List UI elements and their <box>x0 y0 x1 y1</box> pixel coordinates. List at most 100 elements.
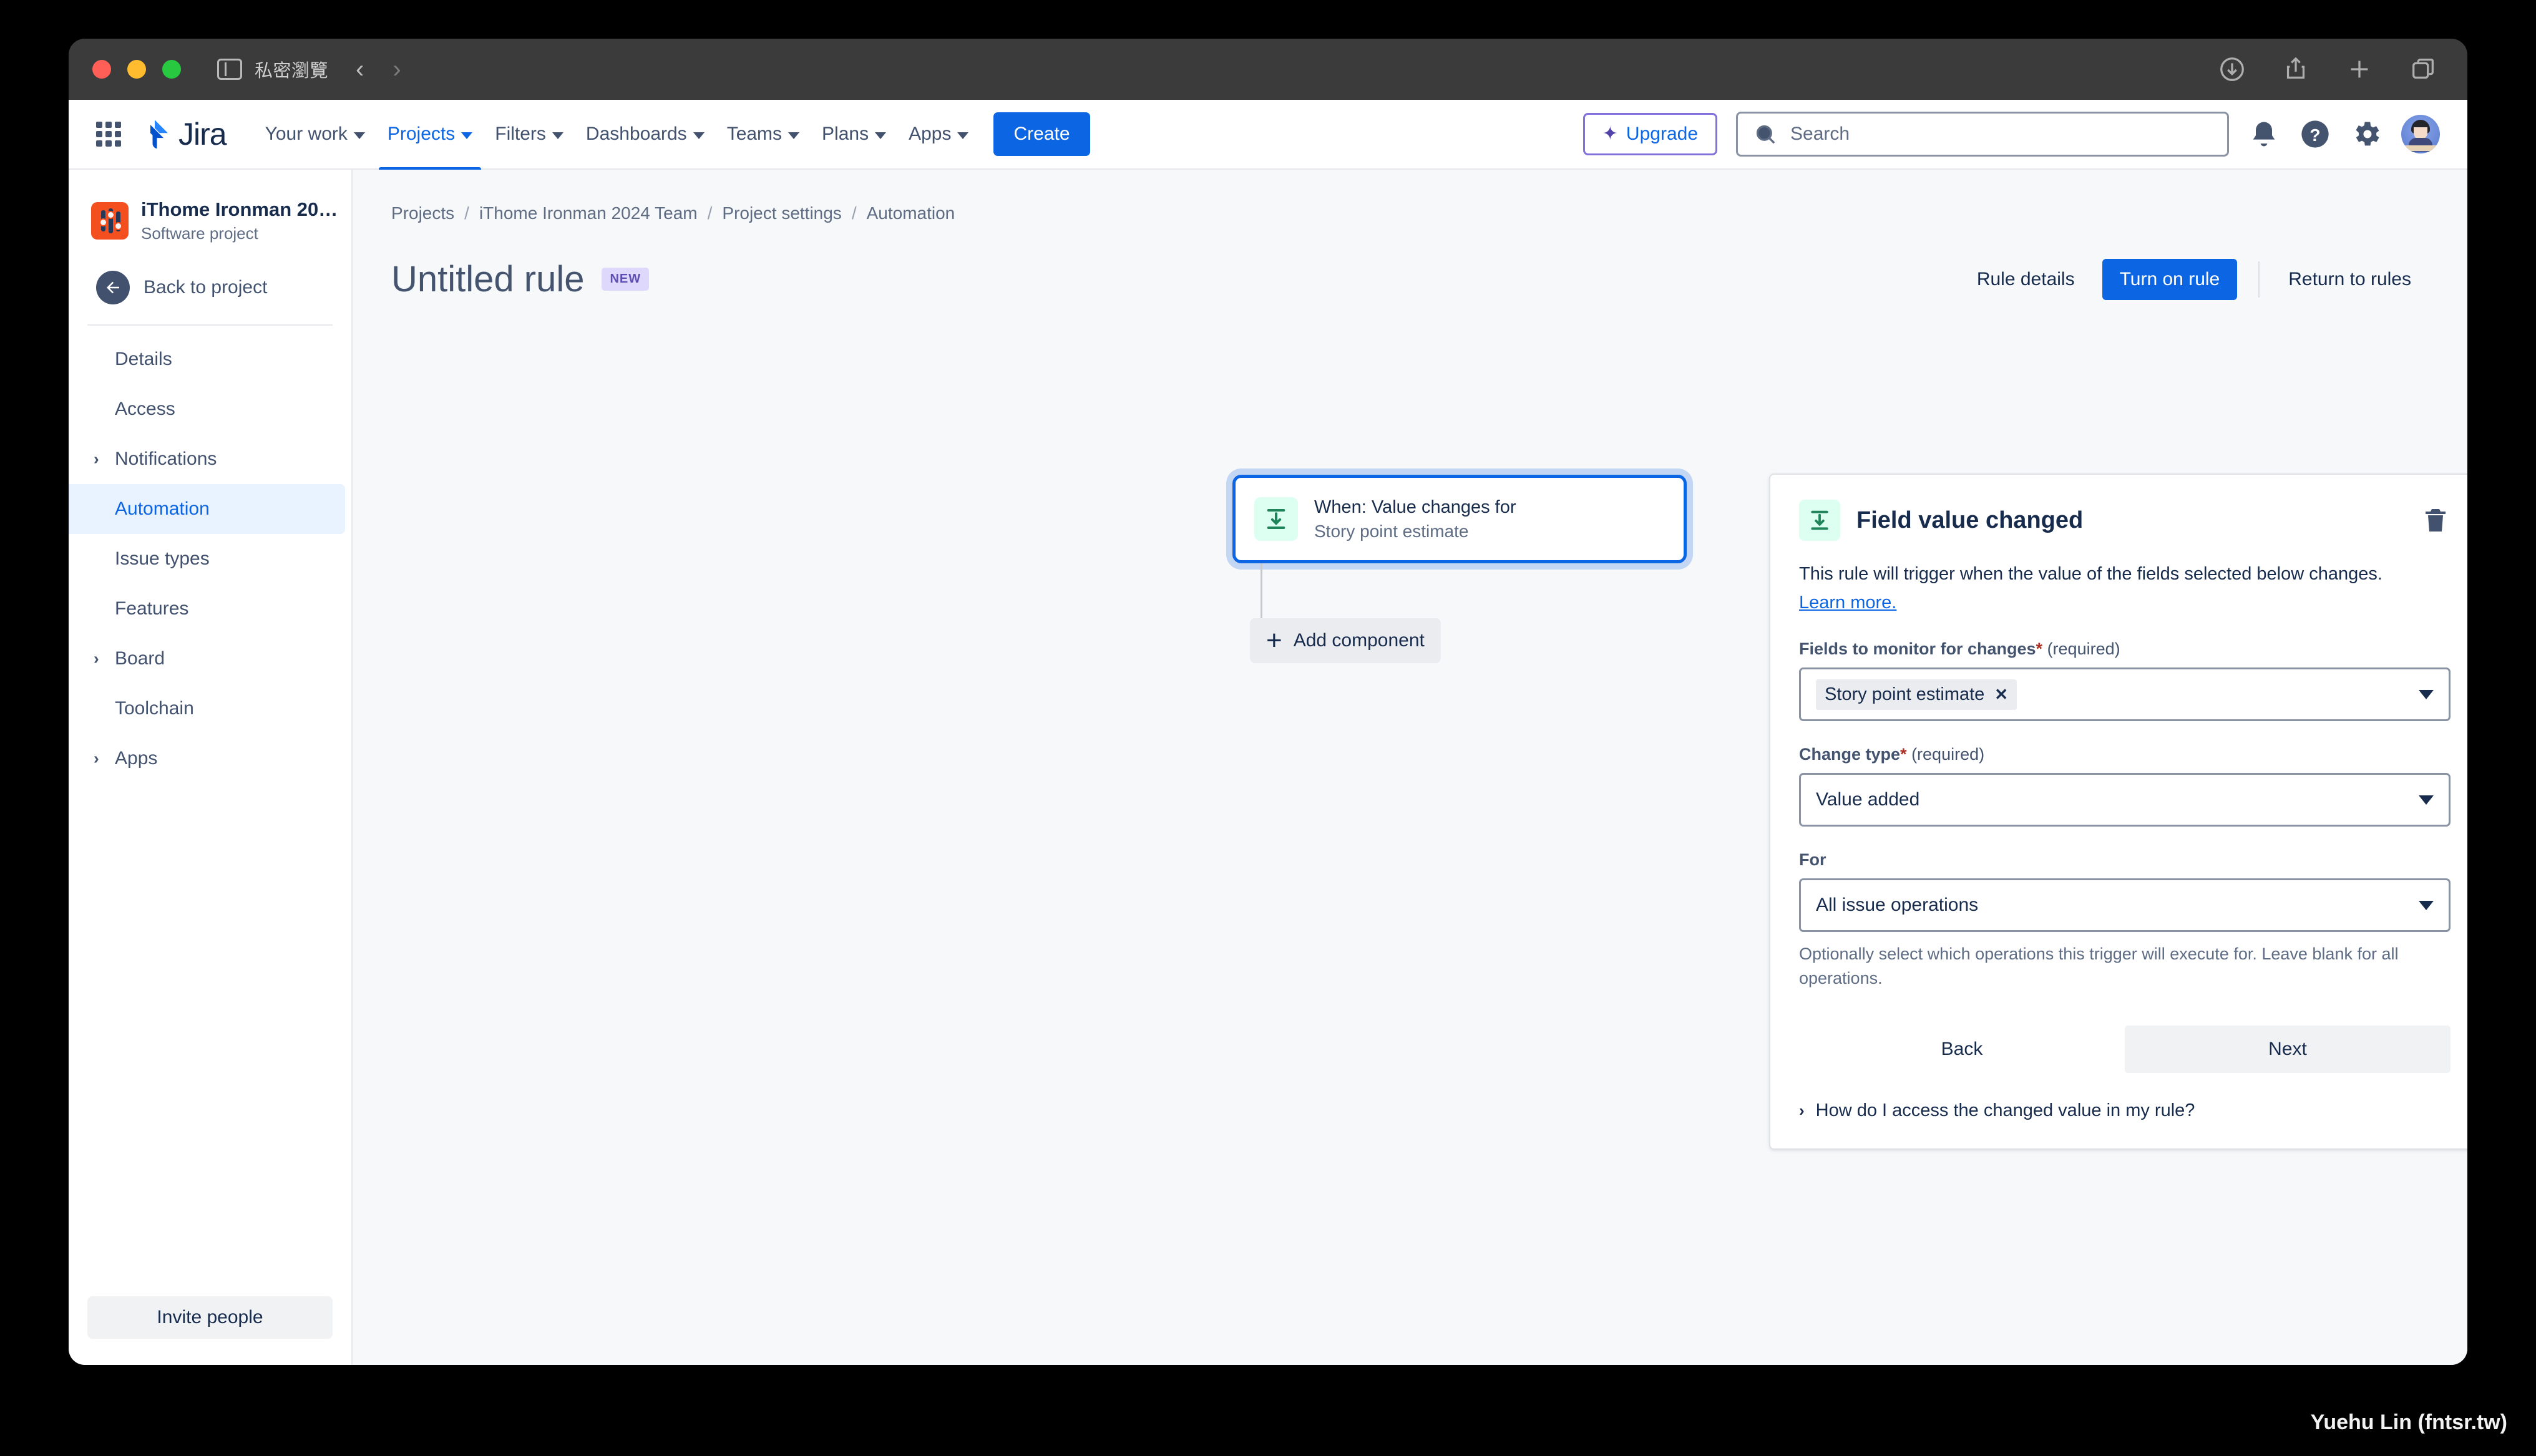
field-value-changed-icon <box>1799 500 1840 541</box>
chip-label: Story point estimate <box>1825 684 1985 704</box>
back-to-project-button[interactable]: Back to project <box>69 255 351 321</box>
breadcrumb-item-projects[interactable]: Projects <box>391 203 454 223</box>
chevron-right-icon[interactable]: › <box>393 57 401 82</box>
expander-label: How do I access the changed value in my … <box>1815 1100 2195 1121</box>
project-header[interactable]: iThome Ironman 2024 ... Software project <box>69 185 351 255</box>
sidebar-item-automation[interactable]: Automation <box>69 483 345 534</box>
minimize-window-button[interactable] <box>127 60 146 79</box>
breadcrumb-item-team[interactable]: iThome Ironman 2024 Team <box>479 203 698 223</box>
next-button[interactable]: Next <box>2125 1026 2451 1074</box>
sidebar-item-toolchain[interactable]: Toolchain <box>69 684 345 734</box>
app-switcher-icon[interactable] <box>96 122 121 147</box>
sidebar-item-details[interactable]: Details <box>69 334 345 384</box>
nav-item-teams[interactable]: Teams <box>716 115 811 153</box>
body-layout: iThome Ironman 2024 ... Software project… <box>69 170 2467 1365</box>
nav-item-apps[interactable]: Apps <box>897 115 980 153</box>
close-icon[interactable]: ✕ <box>1994 685 2008 704</box>
chevron-down-icon[interactable] <box>2419 689 2434 699</box>
chevron-down-icon[interactable] <box>2419 900 2434 910</box>
plus-icon: + <box>1266 625 1282 656</box>
sidebar-item-access[interactable]: Access <box>69 384 345 434</box>
page-title[interactable]: Untitled rule <box>391 258 584 300</box>
nav-item-filters[interactable]: Filters <box>484 115 575 153</box>
nav-item-dashboards[interactable]: Dashboards <box>575 115 716 153</box>
chevron-right-icon: › <box>94 449 99 468</box>
change-type-label: Change type* (required) <box>1799 745 2451 764</box>
sidebar-item-board[interactable]: › Board <box>69 634 345 684</box>
settings-gear-icon[interactable] <box>2350 118 2382 150</box>
chevron-down-icon <box>552 132 563 139</box>
turn-on-rule-button[interactable]: Turn on rule <box>2102 258 2238 300</box>
sidebar-item-apps[interactable]: › Apps <box>69 734 345 784</box>
add-component-button[interactable]: + Add component <box>1250 618 1441 663</box>
sidebar-item-label: Issue types <box>115 548 210 569</box>
search-icon <box>1753 122 1778 147</box>
sidebar-item-issue-types[interactable]: Issue types <box>69 534 345 584</box>
chevron-right-icon: › <box>94 649 99 668</box>
how-to-access-expander[interactable]: › How do I access the changed value in m… <box>1799 1100 2451 1121</box>
sidebar-toggle-icon[interactable] <box>217 59 242 80</box>
nav-item-label: Teams <box>726 124 783 144</box>
action-divider <box>2258 261 2260 298</box>
fields-to-monitor-select[interactable]: Story point estimate ✕ <box>1799 667 2451 722</box>
for-select[interactable]: All issue operations <box>1799 878 2451 933</box>
sidebar-item-features[interactable]: Features <box>69 584 345 634</box>
nav-item-label: Your work <box>265 124 348 144</box>
search-input[interactable]: Search <box>1736 112 2229 157</box>
for-label: For <box>1799 850 2451 870</box>
field-value-changed-icon <box>1254 497 1298 541</box>
nav-item-label: Plans <box>822 124 869 144</box>
config-description-text: This rule will trigger when the value of… <box>1799 564 2382 584</box>
close-window-button[interactable] <box>92 60 111 79</box>
nav-item-plans[interactable]: Plans <box>811 115 897 153</box>
config-panel-title: Field value changed <box>1856 507 2084 533</box>
create-button[interactable]: Create <box>993 112 1090 156</box>
tab-overview-icon[interactable] <box>2409 55 2437 84</box>
browser-nav-arrows[interactable]: ‹ › <box>356 57 401 82</box>
breadcrumb-item-automation[interactable]: Automation <box>867 203 955 223</box>
chevron-left-icon[interactable]: ‹ <box>356 57 364 82</box>
add-component-label: Add component <box>1293 630 1425 651</box>
selected-field-chip[interactable]: Story point estimate ✕ <box>1816 679 2017 710</box>
upgrade-label: Upgrade <box>1626 124 1698 144</box>
jira-mark-icon <box>137 117 172 152</box>
sidebar-item-label: Toolchain <box>115 697 194 719</box>
sidebar-item-label: Access <box>115 398 175 419</box>
share-icon[interactable] <box>2281 55 2310 84</box>
maximize-window-button[interactable] <box>162 60 181 79</box>
nav-item-label: Dashboards <box>585 124 687 144</box>
chevron-down-icon[interactable] <box>2419 795 2434 805</box>
nav-item-projects[interactable]: Projects <box>376 115 484 173</box>
chevron-down-icon <box>788 132 800 139</box>
back-button[interactable]: Back <box>1799 1026 2125 1073</box>
browser-titlebar: 私密瀏覽 ‹ › <box>69 39 2467 100</box>
sidebar-item-notifications[interactable]: › Notifications <box>69 434 345 484</box>
chevron-down-icon <box>693 132 705 139</box>
trigger-config-panel: Field value changed This rule will trigg… <box>1769 473 2467 1150</box>
downloads-icon[interactable] <box>2218 55 2246 84</box>
window-controls[interactable] <box>92 60 181 79</box>
jira-logo[interactable]: Jira <box>137 116 227 152</box>
trigger-card[interactable]: When: Value changes for Story point esti… <box>1232 475 1687 563</box>
rule-details-button[interactable]: Rule details <box>1959 259 2092 300</box>
page-viewport: Jira Your work Projects Filters Dashboar… <box>69 100 2467 1365</box>
config-panel-header: Field value changed <box>1799 500 2451 541</box>
required-marker: * <box>2036 639 2043 659</box>
nav-item-your-work[interactable]: Your work <box>254 115 376 153</box>
new-tab-icon[interactable] <box>2345 55 2374 84</box>
learn-more-link[interactable]: Learn more. <box>1799 590 1896 616</box>
breadcrumb-item-project-settings[interactable]: Project settings <box>722 203 841 223</box>
project-avatar-icon <box>91 201 129 240</box>
project-settings-sidebar: iThome Ironman 2024 ... Software project… <box>69 170 353 1365</box>
config-panel-description: This rule will trigger when the value of… <box>1799 561 2451 616</box>
user-avatar[interactable] <box>2401 115 2440 153</box>
invite-people-button[interactable]: Invite people <box>87 1296 333 1339</box>
help-icon[interactable]: ? <box>2299 118 2331 150</box>
chevron-down-icon <box>957 132 969 139</box>
return-to-rules-button[interactable]: Return to rules <box>2271 259 2429 300</box>
notifications-bell-icon[interactable] <box>2248 118 2280 150</box>
upgrade-button[interactable]: ✦ Upgrade <box>1583 113 1717 155</box>
trash-icon[interactable] <box>2421 504 2451 536</box>
change-type-select[interactable]: Value added <box>1799 773 2451 827</box>
